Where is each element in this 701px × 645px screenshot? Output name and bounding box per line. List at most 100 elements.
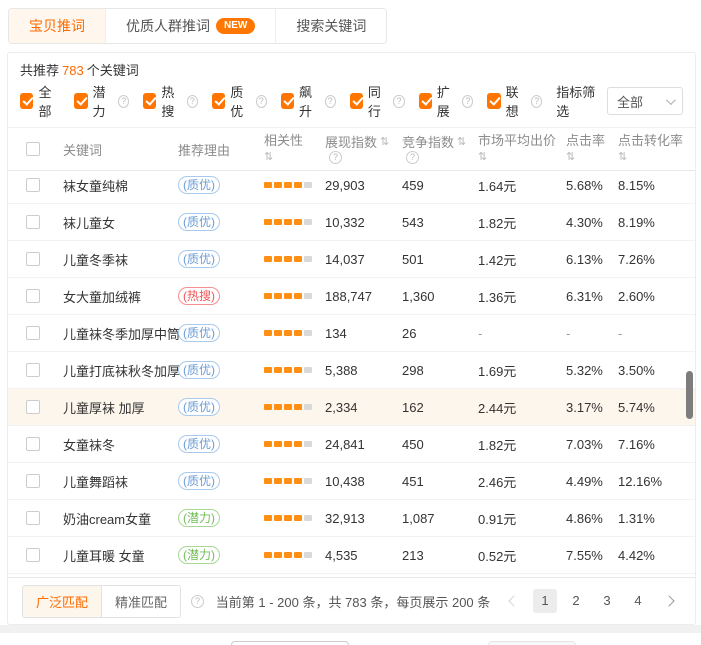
row-checkbox[interactable] — [26, 511, 40, 525]
sort-icon[interactable]: ⇅ — [264, 149, 273, 166]
filter-checkbox-item[interactable]: 飙升? — [281, 82, 336, 120]
match-mode-toggle: 广泛匹配 精准匹配 — [22, 585, 181, 618]
scrollbar-thumb[interactable] — [686, 371, 693, 419]
header-cvr-label: 点击转化率 — [618, 132, 683, 149]
section-divider — [0, 625, 701, 633]
ctr-cell: 5.32% — [566, 363, 618, 378]
help-icon[interactable]: ? — [118, 95, 129, 108]
prev-page-button[interactable] — [502, 589, 526, 613]
page-button-2[interactable]: 2 — [564, 589, 588, 613]
checkbox-icon[interactable] — [74, 93, 87, 109]
row-checkbox[interactable] — [26, 437, 40, 451]
filter-checkbox-item[interactable]: 同行? — [350, 82, 405, 120]
tab-2[interactable]: 优质人群推词NEW — [105, 9, 275, 43]
summary-count: 783 — [62, 63, 84, 78]
relevance-bar — [264, 515, 272, 521]
keyword-cell: 儿童耳暖 女童 — [63, 546, 178, 565]
filter-checkbox-item[interactable]: 全部 — [20, 82, 60, 120]
relevance-bar — [284, 367, 292, 373]
filter-label: 质优 — [230, 82, 252, 120]
help-icon[interactable]: ? — [406, 151, 419, 164]
relevance-bar — [274, 552, 282, 558]
row-checkbox[interactable] — [26, 548, 40, 562]
checkbox-icon[interactable] — [20, 93, 33, 109]
row-checkbox[interactable] — [26, 474, 40, 488]
page-button-1[interactable]: 1 — [533, 589, 557, 613]
filter-checkbox-item[interactable]: 热搜? — [143, 82, 198, 120]
next-page-button[interactable] — [657, 589, 681, 613]
ctr-cell: 4.49% — [566, 474, 618, 489]
header-cvr[interactable]: 点击转化率 ⇅ — [618, 132, 688, 166]
tab-1[interactable]: 宝贝推词 — [9, 9, 105, 43]
relevance-bar — [294, 256, 302, 262]
row-checkbox[interactable] — [26, 215, 40, 229]
header-ctr[interactable]: 点击率 ⇅ — [566, 132, 618, 166]
help-icon[interactable]: ? — [531, 95, 542, 108]
row-checkbox[interactable] — [26, 178, 40, 192]
filter-checkbox-item[interactable]: 质优? — [212, 82, 267, 120]
exact-match-button[interactable]: 精准匹配 — [101, 586, 180, 617]
table-row: 儿童冬季袜(质优)14,0375011.42元6.13%7.26% — [8, 241, 695, 278]
checkbox-icon[interactable] — [350, 93, 363, 109]
checkbox-icon[interactable] — [487, 93, 500, 109]
checkbox-icon[interactable] — [419, 93, 432, 109]
header-impression[interactable]: 展现指数⇅ ? — [325, 134, 402, 164]
relevance-bar — [304, 293, 312, 299]
help-icon[interactable]: ? — [325, 95, 336, 108]
header-avg-bid[interactable]: 市场平均出价 ⇅ — [478, 132, 566, 166]
checkbox-icon[interactable] — [212, 93, 225, 109]
relevance-bar — [304, 219, 312, 225]
keyword-cell: 袜儿童女 — [63, 213, 178, 232]
row-checkbox-cell — [26, 252, 63, 266]
relevance-bars — [264, 293, 312, 299]
filter-checkbox-item[interactable]: 联想? — [487, 82, 542, 120]
row-checkbox-cell — [26, 326, 63, 340]
sort-icon[interactable]: ⇅ — [457, 134, 466, 151]
filter-label: 全部 — [38, 82, 60, 120]
header-competition[interactable]: 竞争指数⇅ ? — [402, 134, 478, 164]
tab-3[interactable]: 搜索关键词 — [275, 9, 386, 43]
filter-label: 飙升 — [299, 82, 321, 120]
filter-checkbox-row: 全部潜力?热搜?质优?飙升?同行?扩展?联想?指标筛选全部 — [20, 89, 683, 113]
broad-match-button[interactable]: 广泛匹配 — [23, 586, 101, 617]
competition-cell: 451 — [402, 474, 478, 489]
metric-filter-select[interactable]: 全部 — [607, 87, 683, 115]
filter-checkbox-item[interactable]: 潜力? — [74, 82, 129, 120]
row-checkbox[interactable] — [26, 326, 40, 340]
metric-filter-value: 全部 — [617, 92, 643, 111]
row-checkbox[interactable] — [26, 400, 40, 414]
checkbox-icon[interactable] — [281, 93, 294, 109]
sort-icon[interactable]: ⇅ — [380, 134, 389, 151]
relevance-bar — [274, 478, 282, 484]
row-checkbox[interactable] — [26, 252, 40, 266]
reason-badge: (质优) — [178, 324, 220, 342]
keyword-cell: 儿童袜冬季加厚中筒 — [63, 324, 178, 343]
custom-bid-input[interactable] — [488, 641, 576, 645]
page-button-3[interactable]: 3 — [595, 589, 619, 613]
select-all-checkbox[interactable] — [26, 142, 40, 156]
row-checkbox[interactable] — [26, 363, 40, 377]
help-icon[interactable]: ? — [191, 595, 204, 608]
header-relevance[interactable]: 相关性 ⇅ — [264, 132, 325, 166]
help-icon[interactable]: ? — [187, 95, 198, 108]
recommend-summary: 共推荐783个关键词 — [20, 61, 683, 81]
help-icon[interactable]: ? — [329, 151, 342, 164]
page-button-4[interactable]: 4 — [626, 589, 650, 613]
sort-icon[interactable]: ⇅ — [618, 149, 627, 166]
help-icon[interactable]: ? — [462, 95, 473, 108]
metric-filter-label: 指标筛选 — [556, 82, 599, 120]
checkbox-icon[interactable] — [143, 93, 156, 109]
filter-checkbox-item[interactable]: 扩展? — [419, 82, 474, 120]
relevance-bar — [284, 441, 292, 447]
competition-cell: 459 — [402, 178, 478, 193]
impression-cell: 10,332 — [325, 215, 402, 230]
cvr-cell: 5.74% — [618, 400, 688, 415]
help-icon[interactable]: ? — [393, 95, 404, 108]
header-keyword: 关键词 — [63, 140, 178, 159]
sort-icon[interactable]: ⇅ — [566, 149, 575, 166]
percent-input[interactable] — [231, 641, 349, 645]
sort-icon[interactable]: ⇅ — [478, 149, 487, 166]
relevance-bar — [294, 441, 302, 447]
row-checkbox[interactable] — [26, 289, 40, 303]
help-icon[interactable]: ? — [256, 95, 267, 108]
